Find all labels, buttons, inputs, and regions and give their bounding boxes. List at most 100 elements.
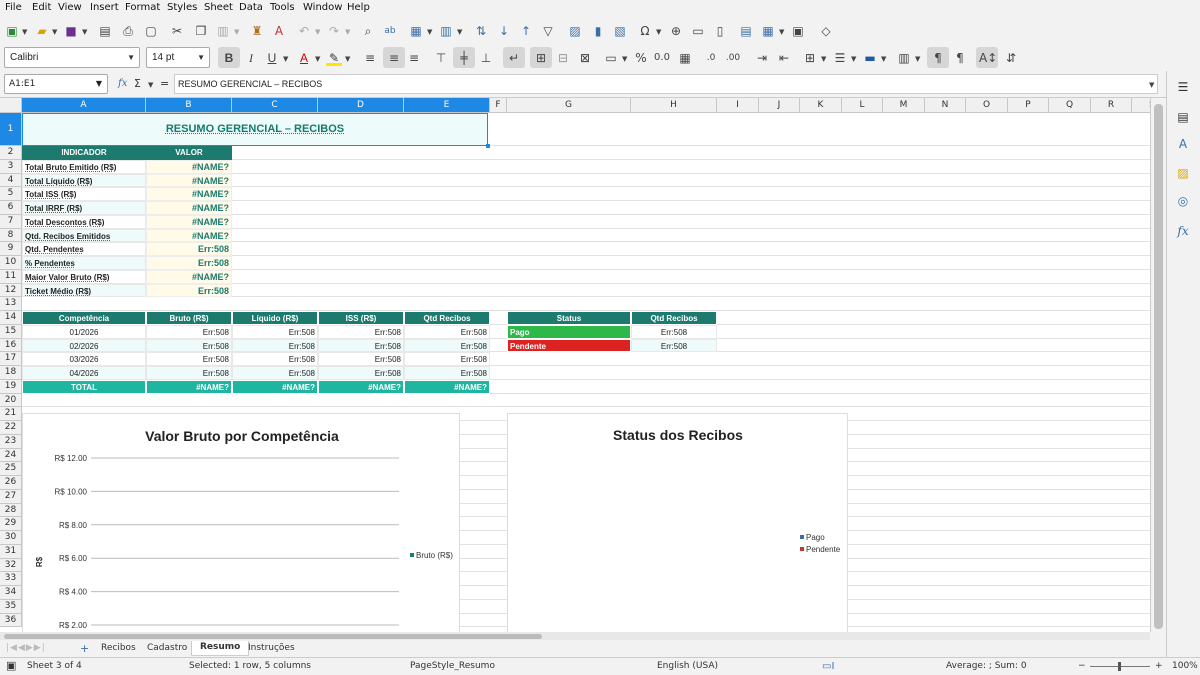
decrease-indent-icon[interactable]: ⇤ [776,50,792,66]
indicator-value[interactable]: Err:508 [146,242,232,256]
find-replace-icon[interactable]: ⌕ [360,23,376,39]
paste-icon[interactable]: ▥ [215,23,231,39]
value-header[interactable]: VALOR [146,146,232,160]
name-box[interactable]: A1:E1 ▼ [4,74,108,94]
period-label[interactable]: 02/2026 [22,338,146,353]
functions-icon[interactable]: fx [1175,223,1191,239]
wrap-text-icon[interactable]: ↵ [506,50,522,66]
period-value[interactable]: Err:508 [318,366,404,380]
period-value[interactable]: Err:508 [318,338,404,353]
number-format-icon[interactable]: 0.0 [654,50,670,66]
text-direction-tb-icon[interactable]: ⇵ [1003,50,1019,66]
row-header[interactable]: 3 [0,159,22,174]
add-sheet-icon[interactable]: + [80,642,89,655]
row-header[interactable]: 15 [0,324,22,339]
redo-icon[interactable]: ↷ [326,23,342,39]
period-total[interactable]: #NAME? [404,379,490,394]
column-header[interactable]: L [842,98,883,113]
align-right-icon[interactable]: ≡ [406,50,422,66]
italic-icon[interactable]: I [243,50,259,66]
save-icon[interactable]: ■ [63,23,79,39]
period-value[interactable]: Err:508 [232,324,318,339]
row-header[interactable]: 22 [0,421,22,435]
bold-icon[interactable]: B [221,50,237,66]
autofilter-icon[interactable]: ▽ [540,23,556,39]
indicator-value[interactable]: #NAME? [146,269,232,284]
border-style-icon[interactable]: ☰ [832,50,848,66]
zoom-slider-handle[interactable] [1118,662,1121,671]
row-header[interactable]: 14 [0,311,22,325]
indicator-label[interactable]: Total IRRF (R$) [22,201,146,215]
indicator-label[interactable]: Total Líquido (R$) [22,173,146,188]
zoom-level[interactable]: 100% [1172,661,1198,671]
indicator-value[interactable]: Err:508 [146,283,232,298]
horizontal-scroll-thumb[interactable] [4,634,542,639]
align-bottom-icon[interactable]: ⊥ [478,50,494,66]
select-all-corner[interactable] [0,98,22,113]
period-value[interactable]: Err:508 [146,324,232,339]
chevron-down-icon[interactable]: ▼ [82,28,87,36]
row-header[interactable]: 12 [0,283,22,298]
period-value[interactable]: Err:508 [318,324,404,339]
period-value[interactable]: Err:508 [318,352,404,366]
chevron-down-icon[interactable]: ▼ [345,55,350,63]
row-header[interactable]: 32 [0,558,22,573]
date-format-icon[interactable]: ▦ [677,50,693,66]
column-header[interactable]: B [146,98,232,113]
border-color-icon[interactable]: ▬ [862,50,878,66]
row-header[interactable]: 35 [0,599,22,614]
period-value[interactable]: Err:508 [146,338,232,353]
row-header[interactable]: 23 [0,434,22,449]
status-header[interactable]: Status [507,311,631,325]
new-icon[interactable]: ▣ [4,23,20,39]
horizontal-scrollbar[interactable] [0,632,1150,640]
row-header[interactable]: 29 [0,517,22,531]
indicator-value[interactable]: Err:508 [146,256,232,270]
indicator-value[interactable]: #NAME? [146,187,232,201]
period-header[interactable]: Bruto (R$) [146,311,232,325]
chevron-down-icon[interactable]: ▼ [96,75,102,93]
navigator-icon[interactable]: ◎ [1175,193,1191,209]
column-header[interactable]: A [22,98,146,113]
period-value[interactable]: Err:508 [232,352,318,366]
tab-cadastro[interactable]: Cadastro [147,643,187,653]
menu-view[interactable]: View [58,2,82,13]
menu-help[interactable]: Help [347,2,370,13]
row-header[interactable]: 7 [0,214,22,229]
status-value[interactable]: Err:508 [631,338,717,353]
indicator-header[interactable]: INDICADOR [22,146,146,160]
borders-icon[interactable]: ⊞ [802,50,818,66]
row-header[interactable]: 11 [0,269,22,284]
chevron-down-icon[interactable]: ▼ [345,28,350,36]
vertical-scrollbar[interactable] [1150,98,1166,632]
row-header[interactable]: 20 [0,393,22,408]
period-value[interactable]: Err:508 [232,338,318,353]
row-header[interactable]: 36 [0,613,22,628]
sum-icon[interactable]: Σ [134,77,141,90]
print-icon[interactable]: ⎙ [120,23,136,39]
column-header[interactable]: R [1091,98,1132,113]
period-header[interactable]: Qtd Recibos [404,311,490,325]
hamburger-menu-icon[interactable]: ☰ [1175,79,1191,95]
period-value[interactable]: Err:508 [146,352,232,366]
column-header[interactable]: K [800,98,842,113]
chevron-down-icon[interactable]: ▼ [127,48,135,67]
menu-file[interactable]: File [5,2,22,13]
formula-icon[interactable]: = [160,77,169,90]
row-header[interactable]: 9 [0,242,22,256]
indicator-label[interactable]: % Pendentes [22,256,146,270]
freeze-rows-columns-icon[interactable]: ▦ [760,23,776,39]
period-value[interactable]: Err:508 [404,366,490,380]
gallery-icon[interactable]: ▨ [1175,165,1191,181]
chevron-down-icon[interactable]: ▼ [197,48,205,67]
bar-chart[interactable]: Valor Bruto por Competência R$ 2.00 R$ 4.0… [22,413,460,632]
chevron-down-icon[interactable]: ▼ [915,55,920,63]
status-label[interactable]: Pendente [507,338,631,353]
indicator-label[interactable]: Qtd. Recibos Emitidos [22,228,146,243]
chevron-down-icon[interactable]: ▼ [427,28,432,36]
spreadsheet-grid[interactable]: ABCDEFGHIJKLMNOPQRS123456789101112131415… [0,98,1150,632]
row-header[interactable]: 19 [0,379,22,394]
row-header[interactable]: 31 [0,544,22,559]
undo-icon[interactable]: ↶ [296,23,312,39]
selection-fill-handle[interactable] [486,144,490,148]
